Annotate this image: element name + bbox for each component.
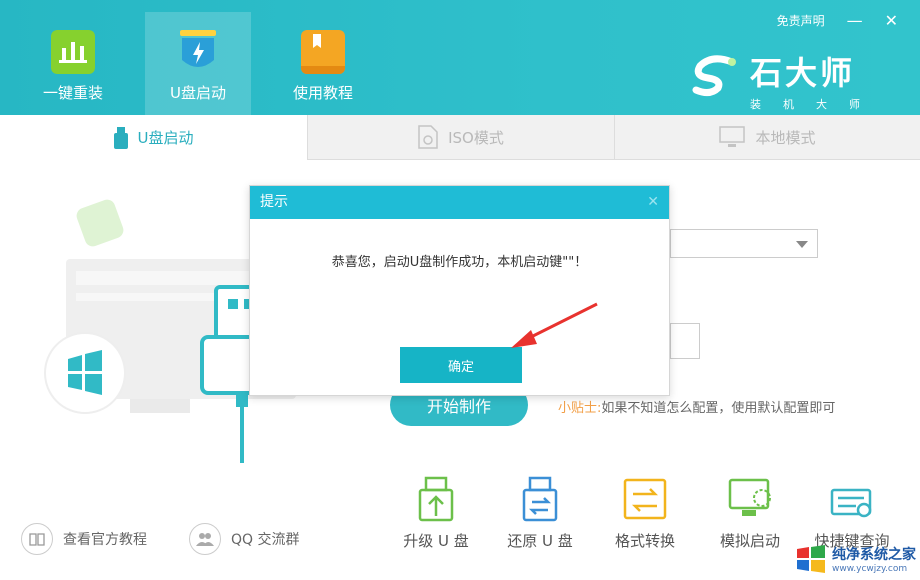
ok-button[interactable]: 确定 bbox=[400, 347, 522, 383]
tab-label: 本地模式 bbox=[755, 128, 816, 147]
tab-label: U盘启动 bbox=[137, 129, 194, 147]
watermark-name: 纯净系统之家 bbox=[832, 547, 916, 563]
device-select[interactable] bbox=[670, 229, 818, 258]
tip-label: 小贴士: bbox=[558, 401, 602, 416]
tab-local-mode[interactable]: 本地模式 bbox=[614, 115, 920, 160]
watermark: 纯净系统之家 www.ycwjzy.com bbox=[796, 544, 916, 574]
usb-drive-icon bbox=[113, 126, 128, 149]
red-arrow-annotation bbox=[511, 302, 598, 348]
tool-restore-usb[interactable]: 还原 U 盘 bbox=[500, 476, 580, 551]
nav-usb-boot[interactable]: U盘启动 bbox=[145, 12, 251, 115]
nav-one-click-reinstall[interactable]: 一键重装 bbox=[20, 12, 126, 115]
watermark-logo-icon bbox=[797, 545, 825, 573]
dialog-header: 提示 ✕ bbox=[250, 186, 669, 219]
footer-label: QQ 交流群 bbox=[231, 532, 300, 548]
tool-simulate-boot[interactable]: 模拟启动 bbox=[710, 476, 790, 551]
book-open-icon bbox=[21, 523, 53, 555]
restore-usb-icon bbox=[522, 476, 558, 522]
tip-text: 小贴士:如果不知道怎么配置，使用默认配置即可 bbox=[558, 397, 835, 416]
nav-tutorial[interactable]: 使用教程 bbox=[270, 12, 376, 115]
tab-label: ISO模式 bbox=[448, 128, 504, 147]
disclaimer-link[interactable]: 免责声明 bbox=[777, 12, 825, 29]
app-header: 一键重装 U盘启动 使用教程 免责声明 — ✕ 石大师 装机大师 bbox=[0, 0, 920, 115]
success-dialog: 提示 ✕ 恭喜您，启动U盘制作成功，本机启动键""！ 确定 bbox=[249, 185, 670, 396]
dialog-close-icon[interactable]: ✕ bbox=[647, 186, 659, 219]
tab-iso-mode[interactable]: ISO模式 bbox=[307, 115, 614, 160]
option-field[interactable] bbox=[670, 323, 700, 359]
chevron-down-icon bbox=[796, 241, 808, 248]
tool-label: 还原 U 盘 bbox=[507, 532, 573, 550]
close-window-button[interactable]: ✕ bbox=[885, 12, 898, 29]
nav-label: 使用教程 bbox=[292, 84, 353, 102]
tool-label: 模拟启动 bbox=[719, 532, 780, 550]
upgrade-usb-icon bbox=[418, 476, 454, 522]
brand-name: 石大师 bbox=[750, 54, 856, 92]
shortcut-query-icon bbox=[830, 488, 872, 518]
book-icon bbox=[301, 30, 345, 74]
window-topbar: 免责声明 — ✕ bbox=[777, 12, 898, 29]
format-convert-icon bbox=[623, 478, 667, 520]
tool-label: 格式转换 bbox=[614, 532, 675, 550]
footer-label: 查看官方教程 bbox=[63, 532, 147, 548]
brand: 石大师 装机大师 bbox=[692, 48, 882, 112]
tool-format-convert[interactable]: 格式转换 bbox=[605, 476, 685, 551]
tab-usb-boot[interactable]: U盘启动 bbox=[0, 115, 307, 160]
tool-shortcut-query[interactable]: 快捷键查询 bbox=[806, 476, 898, 551]
nav-label: 一键重装 bbox=[42, 84, 103, 102]
usb-shield-icon bbox=[180, 30, 216, 67]
tip-content: 如果不知道怎么配置，使用默认配置即可 bbox=[601, 401, 836, 416]
minimize-button[interactable]: — bbox=[847, 12, 863, 29]
iso-file-icon bbox=[418, 125, 438, 149]
dialog-title: 提示 bbox=[260, 194, 288, 210]
qq-group-link[interactable]: QQ 交流群 bbox=[189, 523, 300, 555]
bar-chart-icon bbox=[51, 30, 95, 74]
simulate-boot-icon bbox=[728, 478, 771, 516]
tool-upgrade-usb[interactable]: 升级 U 盘 bbox=[396, 476, 476, 551]
brand-subtitle: 装机大师 bbox=[750, 98, 882, 111]
users-icon bbox=[189, 523, 221, 555]
mode-tabs: U盘启动 ISO模式 本地模式 bbox=[0, 115, 920, 160]
monitor-icon bbox=[719, 126, 746, 147]
official-tutorial-link[interactable]: 查看官方教程 bbox=[21, 523, 147, 555]
dialog-message: 恭喜您，启动U盘制作成功，本机启动键""！ bbox=[331, 255, 588, 270]
tool-label: 升级 U 盘 bbox=[403, 532, 469, 550]
watermark-url: www.ycwjzy.com bbox=[832, 564, 908, 574]
brand-logo-icon bbox=[692, 55, 736, 97]
nav-label: U盘启动 bbox=[170, 84, 226, 102]
